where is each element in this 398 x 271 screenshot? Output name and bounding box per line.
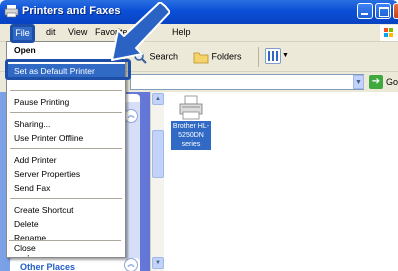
title-bar: Printers and Faxes (0, 0, 398, 24)
menu-bar: dit View Favorite Help (0, 24, 398, 42)
go-arrow-icon[interactable]: ➔ (369, 75, 383, 89)
menu-separator (10, 112, 122, 113)
address-dropdown-icon[interactable]: ▼ (353, 75, 364, 89)
menu-item-sharing[interactable]: Sharing... (7, 117, 125, 131)
toolbar-separator (258, 47, 259, 67)
expand-chevron-icon[interactable]: ︽ (124, 258, 138, 271)
folder-icon (193, 52, 209, 64)
go-label[interactable]: Go (386, 77, 398, 87)
maximize-button[interactable] (375, 3, 391, 19)
menu-separator (10, 90, 122, 91)
scroll-down-icon[interactable]: ▼ (152, 257, 164, 269)
window-title: Printers and Faxes (22, 5, 121, 17)
printer-item-label[interactable]: Brother HL-5250DN series (171, 121, 211, 150)
minimize-button[interactable] (357, 3, 373, 19)
windows-logo-icon (380, 25, 398, 41)
menu-item-create-shortcut[interactable]: Create Shortcut (7, 203, 125, 217)
menu-separator (10, 198, 122, 199)
other-places-label[interactable]: Other Places (20, 262, 75, 271)
chevron-down-icon[interactable]: ▼ (282, 52, 289, 59)
scroll-up-icon[interactable]: ▲ (152, 93, 164, 105)
menu-help[interactable]: Help (172, 27, 191, 37)
menu-item-server-properties[interactable]: Server Properties (7, 167, 125, 181)
menu-separator (10, 148, 122, 149)
menu-item-delete[interactable]: Delete (7, 217, 125, 231)
vertical-scrollbar[interactable]: ▲ ▼ (150, 92, 164, 271)
views-icon[interactable] (265, 48, 281, 64)
callout-arrow-icon (111, 2, 170, 61)
menu-item-close[interactable]: Close (7, 241, 125, 255)
menu-item-add-printer[interactable]: Add Printer (7, 153, 125, 167)
menu-item-open[interactable]: Open (7, 43, 125, 57)
printer-icon[interactable] (177, 94, 205, 122)
address-input[interactable] (130, 74, 364, 90)
menu-item-pause-printing[interactable]: Pause Printing (7, 95, 125, 109)
file-menu-callout-box (10, 24, 35, 43)
menu-item-use-printer-offline[interactable]: Use Printer Offline (7, 131, 125, 145)
folders-button[interactable]: Folders (193, 50, 242, 64)
menu-view[interactable]: View (68, 27, 87, 37)
scroll-thumb[interactable] (152, 130, 164, 178)
printer-fax-icon (4, 5, 19, 18)
close-button[interactable] (393, 3, 398, 19)
menu-edit[interactable]: dit (46, 27, 56, 37)
menu-item-send-fax[interactable]: Send Fax (7, 181, 125, 195)
folders-label: Folders (211, 51, 242, 62)
collapse-chevron-icon[interactable]: ︽ (124, 109, 138, 123)
